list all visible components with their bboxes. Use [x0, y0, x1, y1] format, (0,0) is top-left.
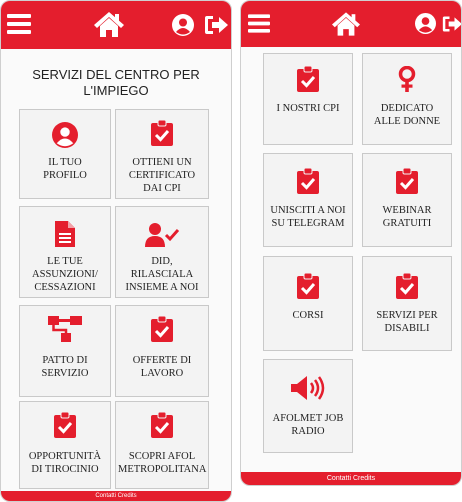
- tile-servizi-per-disabili[interactable]: SERVIZI PER DISABILI: [362, 256, 452, 351]
- tile-label-line: PROFILO: [43, 170, 87, 181]
- logout-icon[interactable]: [442, 14, 462, 34]
- user-circle-icon[interactable]: [172, 14, 194, 36]
- tile-label-line: SCOPRI AFOL: [128, 451, 196, 462]
- home-icon[interactable]: [332, 12, 360, 36]
- tile-corsi[interactable]: CORSI: [263, 256, 353, 351]
- tile-label-line: SERVIZIO: [41, 368, 89, 379]
- tile-label-line: DEDICATO: [380, 103, 434, 114]
- tile-label-line: OFFERTE DI: [132, 355, 192, 366]
- tile-label-line: DID,: [151, 256, 173, 267]
- right-screen: I NOSTRI CPI DEDICATO ALLE DONNE UNISCIT…: [240, 0, 462, 486]
- tile-label-line: ASSUNZIONI/: [32, 269, 98, 280]
- clipboard-check-icon: [396, 273, 418, 299]
- tile-scopri-afol[interactable]: SCOPRI AFOL METROPOLITANA: [115, 401, 209, 489]
- tile-label-line: DISABILI: [384, 323, 430, 334]
- tile-label-line: WEBINAR: [382, 205, 432, 216]
- tile-label-line: AFOLMET JOB: [272, 413, 344, 424]
- tile-ottieni-certificato[interactable]: OTTIENI UN CERTIFICATO DAI CPI: [115, 109, 209, 199]
- tile-label-line: INSIEME A NOI: [125, 282, 199, 293]
- clipboard-check-icon: [151, 316, 173, 342]
- footer-bar[interactable]: Contatti Credits: [241, 472, 461, 485]
- document-icon: [55, 221, 75, 247]
- tile-afolmet-job-radio[interactable]: AFOLMET JOB RADIO: [263, 359, 353, 453]
- clipboard-check-icon: [54, 412, 76, 438]
- tile-label-line: SU TELEGRAM: [271, 218, 345, 229]
- clipboard-check-icon: [297, 168, 319, 194]
- tile-label-line: DAI CPI: [143, 183, 181, 194]
- tile-il-tuo-profilo[interactable]: IL TUO PROFILO: [19, 109, 111, 199]
- clipboard-check-icon: [297, 273, 319, 299]
- tile-label-line: DI TIROCINIO: [31, 464, 99, 475]
- clipboard-check-icon: [151, 120, 173, 146]
- tile-patto-di-servizio[interactable]: PATTO DI SERVIZIO: [19, 305, 111, 397]
- tile-label-line: OTTIENI UN: [132, 157, 192, 168]
- menu-icon[interactable]: [248, 14, 270, 33]
- tile-label-line: UNISCITI A NOI: [270, 205, 346, 216]
- tile-webinar-gratuiti[interactable]: WEBINAR GRATUITI: [362, 153, 452, 247]
- tile-label-line: OPPORTUNITÀ: [28, 451, 102, 462]
- tile-dedicato-alle-donne[interactable]: DEDICATO ALLE DONNE: [362, 53, 452, 145]
- volume-icon: [291, 376, 325, 400]
- tile-opportunita-tirocinio[interactable]: OPPORTUNITÀ DI TIROCINIO: [19, 401, 111, 489]
- tile-label-line: RADIO: [291, 426, 325, 437]
- home-icon[interactable]: [94, 12, 124, 37]
- tile-unisciti-telegram[interactable]: UNISCITI A NOI SU TELEGRAM: [263, 153, 353, 247]
- top-nav-bar: [241, 1, 461, 47]
- tile-label-line: METROPOLITANA: [118, 464, 207, 475]
- tile-label-line: CORSI: [292, 310, 324, 321]
- page-title: SERVIZI DEL CENTRO PER L'IMPIEGO: [32, 67, 200, 98]
- tile-label-line: SERVIZI PER: [376, 310, 438, 321]
- tile-did-rilascia[interactable]: DID, RILASCIALA INSIEME A NOI: [115, 206, 209, 298]
- tile-label-line: CERTIFICATO: [128, 170, 196, 181]
- logout-icon[interactable]: [204, 14, 228, 36]
- tile-offerte-di-lavoro[interactable]: OFFERTE DI LAVORO: [115, 305, 209, 397]
- tile-label-line: GRATUITI: [382, 218, 432, 229]
- tile-i-nostri-cpi[interactable]: I NOSTRI CPI: [263, 53, 353, 145]
- clipboard-check-icon: [151, 412, 173, 438]
- footer-bar[interactable]: Contatti Credits: [1, 491, 231, 501]
- user-check-icon: [145, 223, 179, 247]
- user-circle-icon[interactable]: [415, 13, 436, 34]
- tile-label-line: ALLE DONNE: [373, 116, 441, 127]
- sitemap-icon: [48, 316, 82, 342]
- menu-icon[interactable]: [7, 14, 31, 34]
- tile-label-line: I NOSTRI CPI: [276, 103, 340, 114]
- tile-label-line: PATTO DI: [42, 355, 88, 366]
- footer-links[interactable]: Contatti Credits: [327, 475, 375, 482]
- top-nav-bar: [1, 1, 231, 49]
- tile-label-line: IL TUO: [48, 157, 82, 168]
- tile-assunzioni-cessazioni[interactable]: LE TUE ASSUNZIONI/ CESSAZIONI: [19, 206, 111, 298]
- footer-links[interactable]: Contatti Credits: [95, 493, 136, 499]
- left-screen: SERVIZI DEL CENTRO PER L'IMPIEGO IL TUO …: [0, 0, 232, 502]
- clipboard-check-icon: [396, 168, 418, 194]
- tile-label-line: CESSAZIONI: [34, 282, 96, 293]
- tile-label-line: LE TUE: [47, 256, 83, 267]
- tile-label-line: RILASCIALA: [130, 269, 194, 280]
- tile-label-line: LAVORO: [140, 368, 184, 379]
- female-icon: [398, 66, 416, 92]
- user-circle-icon: [52, 122, 78, 148]
- clipboard-check-icon: [297, 66, 319, 92]
